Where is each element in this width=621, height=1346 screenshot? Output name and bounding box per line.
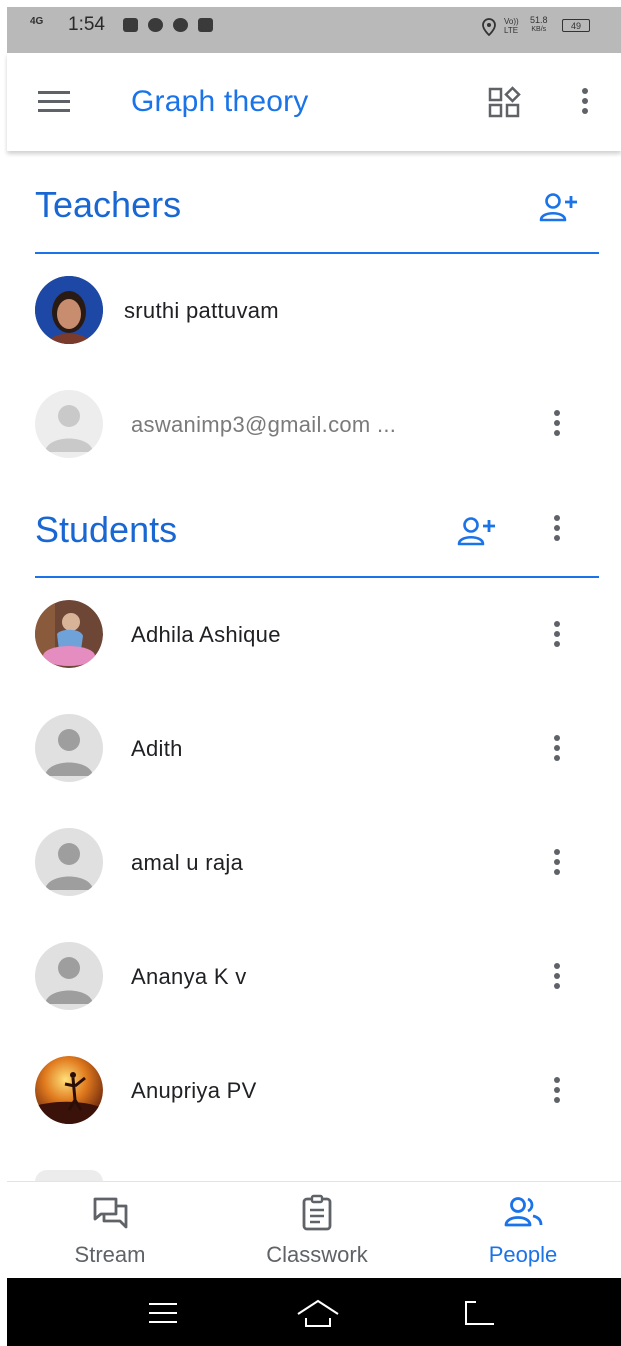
dot bbox=[554, 420, 560, 426]
youtube-notification-icon bbox=[123, 18, 138, 32]
avatar bbox=[35, 1056, 103, 1124]
dot bbox=[554, 1087, 560, 1093]
student-name: Adhila Ashique bbox=[131, 622, 281, 647]
menu-icon-line bbox=[38, 91, 70, 94]
student-options-button[interactable] bbox=[553, 1077, 561, 1107]
students-heading: Students bbox=[35, 509, 178, 550]
tab-people-label: People bbox=[488, 1242, 558, 1267]
students-options-button[interactable] bbox=[553, 515, 561, 545]
avatar bbox=[35, 276, 103, 344]
network-speed: 51.8 KB/s bbox=[530, 15, 548, 35]
menu-icon-line bbox=[38, 100, 70, 103]
dot bbox=[554, 963, 560, 969]
status-time: 1:54 bbox=[68, 14, 105, 35]
person-add-icon bbox=[457, 517, 495, 546]
student-options-button[interactable] bbox=[553, 621, 561, 651]
student-options-button[interactable] bbox=[553, 963, 561, 993]
tab-classwork[interactable]: Classwork bbox=[242, 1186, 392, 1276]
teachers-heading: Teachers bbox=[35, 184, 182, 225]
dot bbox=[554, 983, 560, 989]
battery-indicator: 49 bbox=[562, 19, 590, 32]
classwork-icon bbox=[302, 1194, 332, 1231]
tab-stream[interactable]: Stream bbox=[35, 1186, 185, 1276]
avatar bbox=[35, 600, 103, 668]
dot bbox=[554, 859, 560, 865]
dot bbox=[554, 641, 560, 647]
location-icon bbox=[482, 18, 496, 36]
page-title: Graph theory bbox=[131, 85, 309, 118]
teachers-divider bbox=[35, 252, 599, 254]
student-name: Ananya K v bbox=[131, 964, 247, 989]
dot bbox=[582, 108, 588, 114]
dot bbox=[554, 631, 560, 637]
dot bbox=[554, 745, 560, 751]
invite-teacher-button[interactable] bbox=[538, 191, 580, 223]
chrome-notification-icon bbox=[173, 18, 188, 32]
dot bbox=[582, 88, 588, 94]
default-avatar-icon bbox=[35, 390, 103, 458]
default-avatar-icon bbox=[35, 942, 103, 1010]
invite-student-button[interactable] bbox=[456, 515, 498, 547]
recents-button[interactable] bbox=[148, 1302, 178, 1324]
dot bbox=[554, 973, 560, 979]
student-options-button[interactable] bbox=[553, 849, 561, 879]
home-button[interactable] bbox=[296, 1298, 340, 1328]
network-indicator: 4G bbox=[30, 16, 44, 27]
student-name: amal u raja bbox=[131, 850, 244, 875]
dot bbox=[554, 535, 560, 541]
person-add-icon bbox=[539, 193, 577, 222]
dot bbox=[554, 1097, 560, 1103]
dot bbox=[554, 869, 560, 875]
tab-stream-label: Stream bbox=[74, 1242, 146, 1267]
dot bbox=[554, 849, 560, 855]
widgets-icon bbox=[488, 86, 521, 118]
stream-icon bbox=[93, 1197, 128, 1229]
default-avatar-icon bbox=[35, 828, 103, 896]
dot bbox=[554, 515, 560, 521]
menu-button[interactable] bbox=[38, 91, 72, 115]
network-speed-unit: KB/s bbox=[531, 26, 547, 33]
dot bbox=[554, 525, 560, 531]
network-speed-value: 51.8 bbox=[530, 15, 548, 25]
teacher-options-button[interactable] bbox=[553, 410, 561, 440]
dot bbox=[554, 735, 560, 741]
students-divider bbox=[35, 576, 599, 578]
default-avatar-icon bbox=[35, 714, 103, 782]
back-button[interactable] bbox=[464, 1300, 496, 1326]
student-options-button[interactable] bbox=[553, 735, 561, 765]
tab-classwork-label: Classwork bbox=[266, 1242, 368, 1267]
app-notification-icon bbox=[198, 18, 213, 32]
student-name: Adith bbox=[131, 736, 183, 761]
dot bbox=[554, 430, 560, 436]
dot bbox=[554, 755, 560, 761]
dot bbox=[554, 1077, 560, 1083]
people-icon bbox=[504, 1197, 543, 1227]
recents-icon bbox=[149, 1303, 177, 1323]
dot bbox=[554, 410, 560, 416]
overflow-menu-button[interactable] bbox=[581, 88, 589, 118]
back-icon bbox=[465, 1301, 494, 1325]
student-name: Anupriya PV bbox=[131, 1078, 257, 1103]
dot bbox=[582, 98, 588, 104]
chrome-notification-icon bbox=[148, 18, 163, 32]
menu-icon-line bbox=[38, 109, 70, 112]
dot bbox=[554, 621, 560, 627]
class-details-button[interactable] bbox=[488, 86, 522, 120]
volte-indicator: Vo)) LTE bbox=[504, 17, 519, 35]
app-bar bbox=[7, 53, 621, 151]
teacher-name: aswanimp3@gmail.com ... bbox=[131, 412, 397, 437]
home-icon bbox=[297, 1299, 339, 1327]
tab-people[interactable]: People bbox=[448, 1186, 598, 1276]
teacher-name: sruthi pattuvam bbox=[124, 298, 279, 323]
